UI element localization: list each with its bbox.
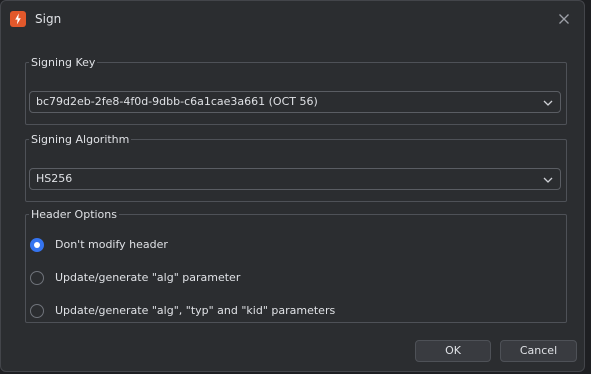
cancel-button[interactable]: Cancel bbox=[500, 340, 577, 362]
background-editor-strip bbox=[585, 0, 591, 374]
sign-dialog: Sign Signing Key bc79d2eb-2fe8-4f0d-9dbb… bbox=[0, 0, 585, 372]
signing-algorithm-select[interactable]: HS256 bbox=[29, 168, 561, 190]
signing-algorithm-value: HS256 bbox=[36, 172, 73, 185]
chevron-down-icon bbox=[543, 177, 553, 183]
radio-label: Update/generate "alg" parameter bbox=[55, 271, 241, 284]
ok-button[interactable]: OK bbox=[415, 340, 491, 362]
signing-algorithm-group: Signing Algorithm HS256 bbox=[25, 133, 567, 202]
signing-key-value: bc79d2eb-2fe8-4f0d-9dbb-c6a1cae3a661 (OC… bbox=[36, 95, 318, 108]
signing-key-select[interactable]: bc79d2eb-2fe8-4f0d-9dbb-c6a1cae3a661 (OC… bbox=[29, 91, 561, 113]
header-options-group: Header Options Don't modify header Updat… bbox=[25, 208, 567, 323]
window-title: Sign bbox=[35, 12, 62, 26]
radio-button[interactable] bbox=[30, 271, 44, 285]
radio-button-checked[interactable] bbox=[30, 238, 44, 252]
radio-label: Don't modify header bbox=[55, 238, 168, 251]
header-options-legend: Header Options bbox=[31, 208, 117, 221]
close-icon[interactable] bbox=[556, 11, 572, 27]
chevron-down-icon bbox=[543, 100, 553, 106]
signing-key-legend: Signing Key bbox=[31, 56, 96, 69]
signing-key-group: Signing Key bc79d2eb-2fe8-4f0d-9dbb-c6a1… bbox=[25, 56, 567, 125]
title-bar: Sign bbox=[1, 1, 584, 39]
burp-app-icon bbox=[10, 11, 26, 27]
radio-label: Update/generate "alg", "typ" and "kid" p… bbox=[55, 304, 336, 317]
signing-algorithm-legend: Signing Algorithm bbox=[31, 133, 130, 146]
radio-button[interactable] bbox=[30, 304, 44, 318]
